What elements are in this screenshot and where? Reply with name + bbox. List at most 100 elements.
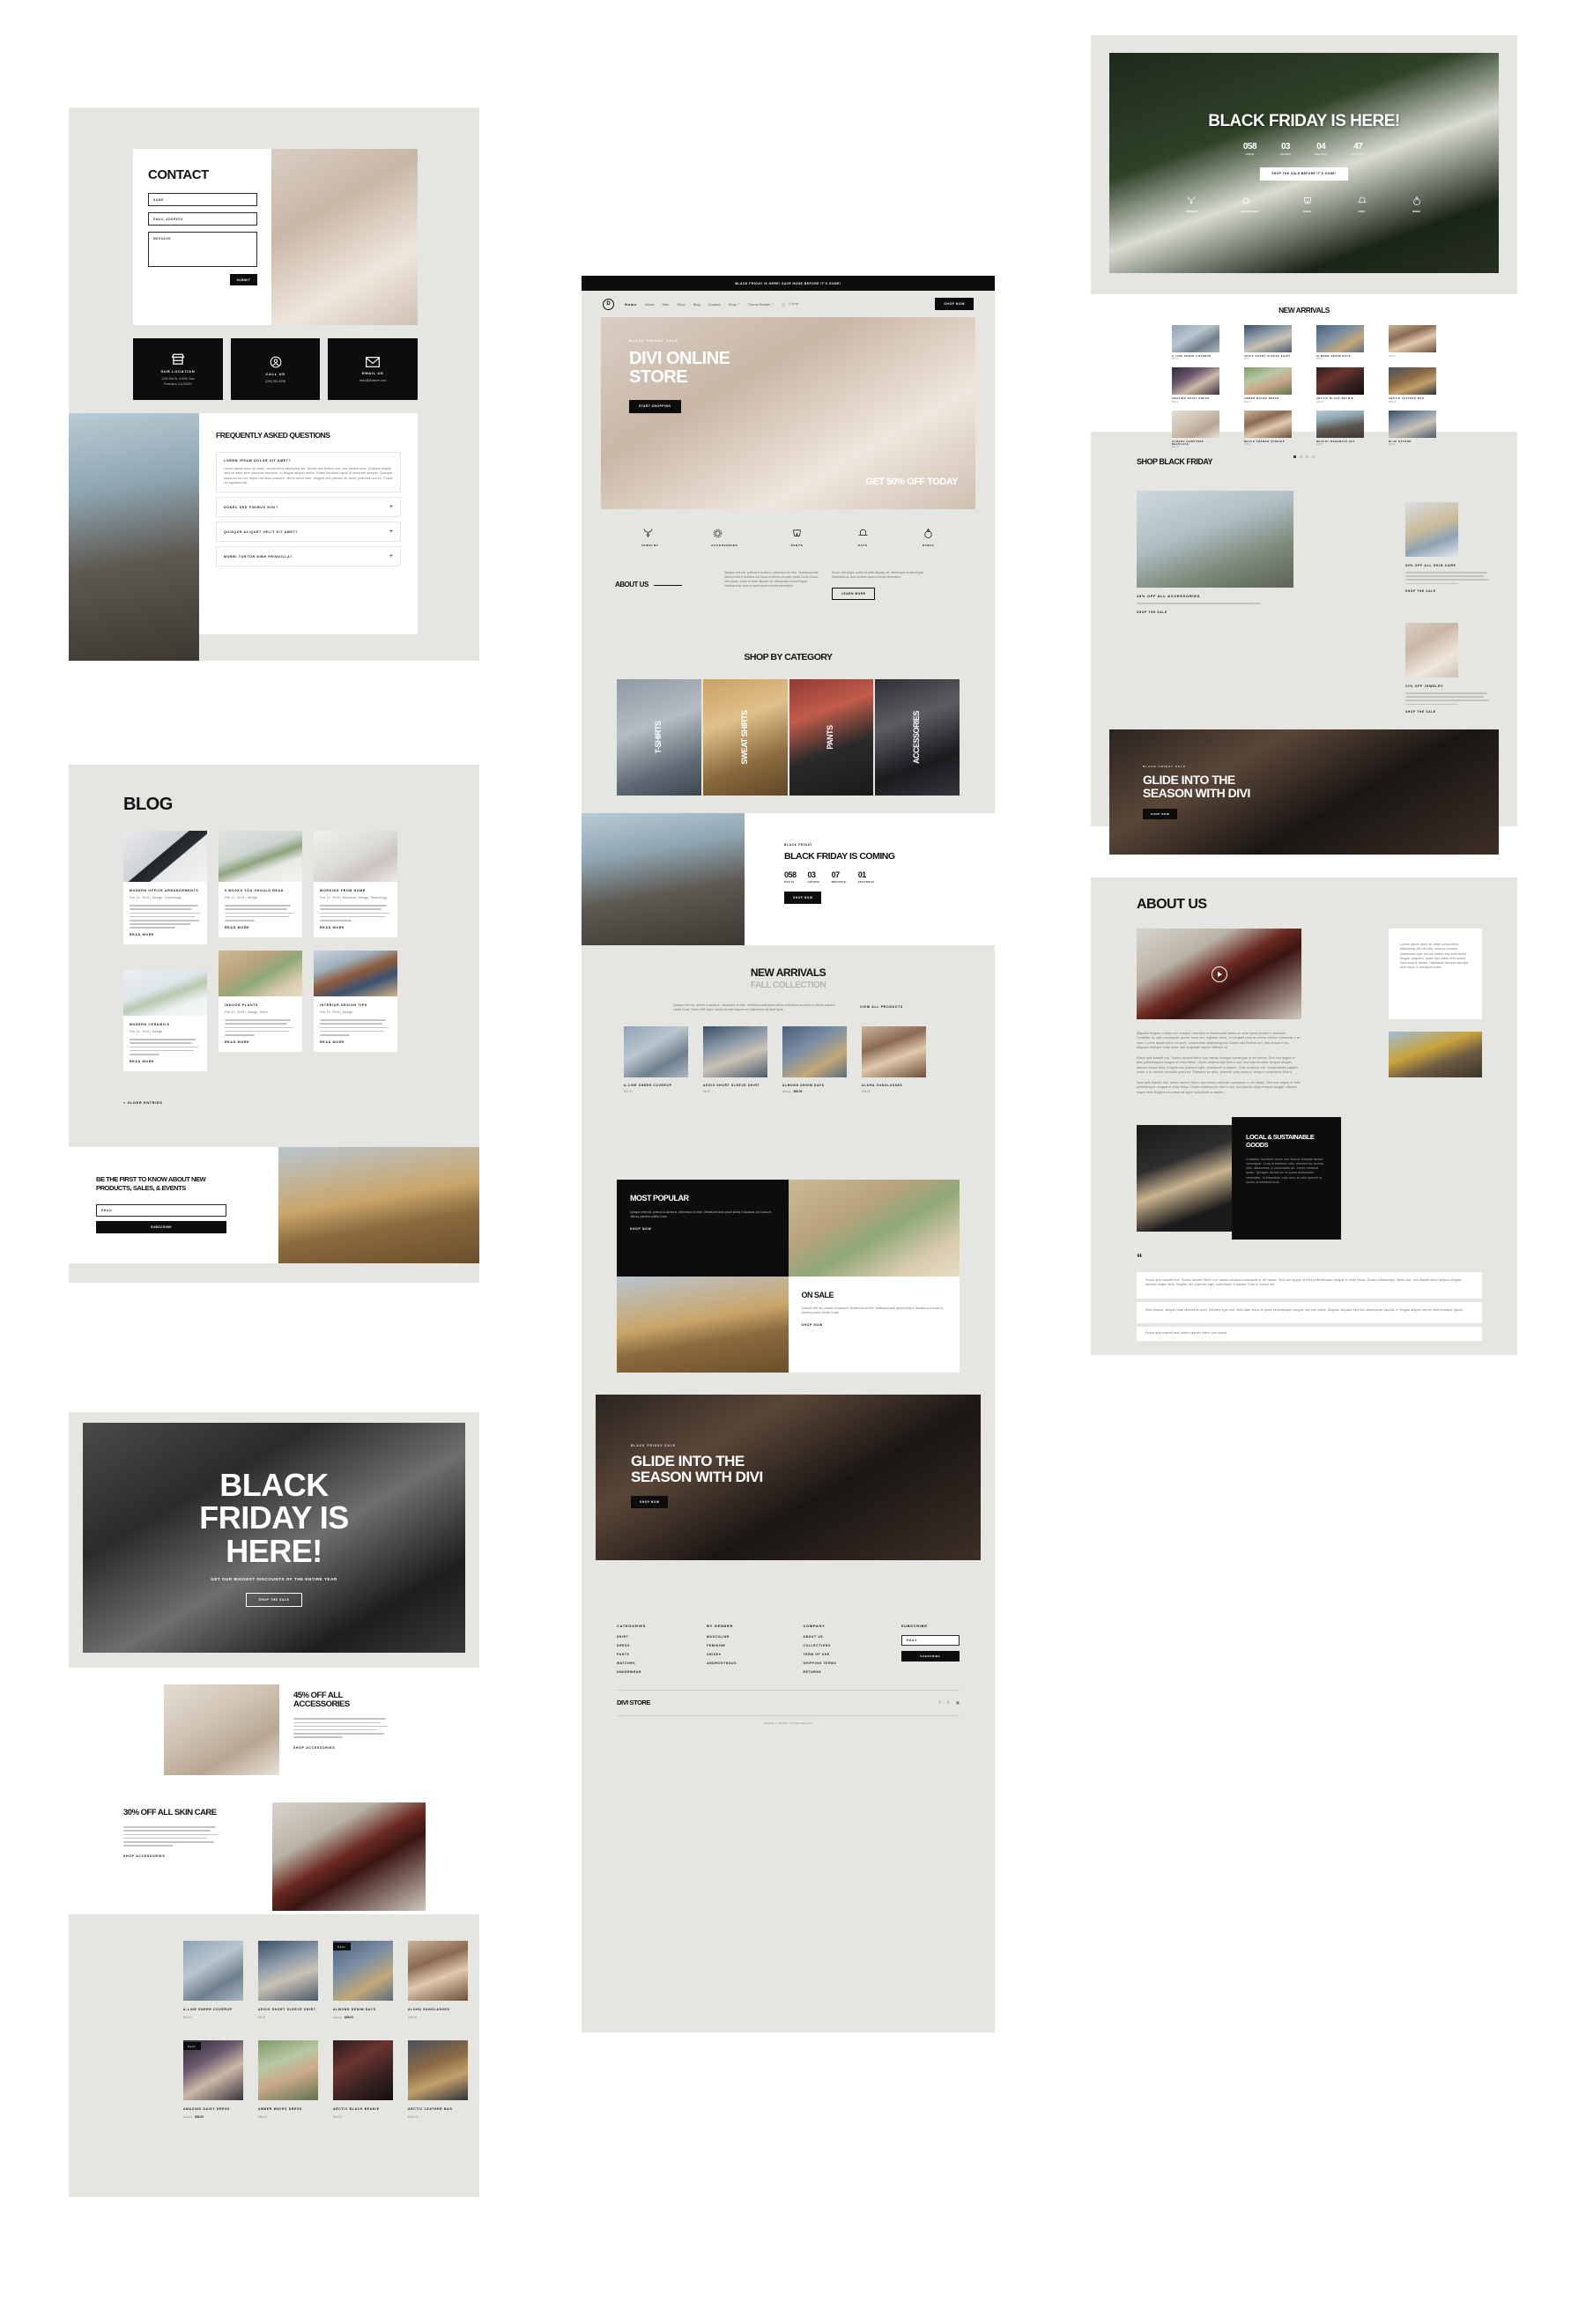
nav-item-shop-dropdown[interactable]: Shop	[729, 302, 737, 307]
plus-icon[interactable]: +	[389, 529, 393, 535]
about-video-thumbnail[interactable]	[1137, 929, 1301, 1019]
category-icon-hats[interactable]: HATS	[1356, 195, 1368, 213]
blog-card[interactable]: MODERN OFFICE ARRANGEMENTS Feb 12, 2019 …	[123, 831, 207, 944]
nav-shop-now-button[interactable]: SHOP NOW	[935, 298, 974, 310]
product-card[interactable]: AEGIS SHORT SLEEVE SHIRT $6.00	[1244, 324, 1292, 360]
nav-item-home[interactable]: Home	[625, 302, 637, 307]
product-card[interactable]: AMBER WAVES DRESS $64.00	[258, 2040, 318, 2119]
bf-shop-accessories-link[interactable]: SHOP THE SALE	[1137, 611, 1295, 614]
product-card[interactable]: ALMOND DENIM DAYS $68.00	[1316, 324, 1364, 360]
product-card[interactable]: Sale! AMAZING DAISY DRESS $80.00 $56.00	[183, 2040, 243, 2119]
category-icon-jewelry[interactable]: JEWELRY	[641, 527, 659, 547]
product-card[interactable]: $48.00	[1389, 324, 1436, 360]
faq-item[interactable]: MORBI TORTOR NIBH FRINGILLA? +	[216, 546, 401, 567]
facebook-icon[interactable]: f	[939, 1700, 940, 1706]
product-card[interactable]: ARCTIC LEATHER BAG $150.00	[408, 2040, 468, 2119]
footer-link[interactable]: ABOUT US	[804, 1635, 871, 1639]
category-icon-accessories[interactable]: ACCESSORIES	[1240, 195, 1259, 213]
blog-card[interactable]: WORKING FROM HOME Feb 12, 2019 | Busines…	[314, 831, 397, 937]
product-card[interactable]: A-LINE SHEER COVERUP $67.00	[1172, 324, 1219, 360]
footer-link[interactable]: RETURNS	[804, 1670, 871, 1674]
category-icon-rings[interactable]: RINGS	[1411, 195, 1423, 213]
blog-card[interactable]: MODERN CERAMICS Feb 12, 2019 | Design RE…	[123, 970, 207, 1071]
nav-item-shop[interactable]: Shop	[677, 302, 685, 307]
bf-shop-skincare-link[interactable]: SHOP THE SALE	[1405, 589, 1493, 593]
category-icon-accessories[interactable]: ACCESSORIES	[711, 527, 737, 547]
faq-item[interactable]: LOREM IPSUM DOLOR SIT AMET? Lorem ipsum …	[216, 452, 401, 493]
product-card[interactable]: BEACHY BOHEMIAN HAT $38.00	[1316, 410, 1364, 449]
faq-item[interactable]: QUISQUE ALIQUET VELIT SIT AMET? +	[216, 522, 401, 543]
read-more-link[interactable]: READ MORE	[320, 1040, 391, 1044]
bf-hero-button[interactable]: SHOP THE SALE	[246, 1592, 302, 1607]
blog-card[interactable]: 5 BOOKS YOU SHOULD READ Feb 12, 2019 | D…	[219, 831, 302, 937]
blog-card[interactable]: INDOOR PLANTS Feb 12, 2019 | Design, Sto…	[219, 951, 302, 1052]
footer-subscribe-button[interactable]: SUBSCRIBE	[900, 1651, 960, 1662]
info-card[interactable]: EMAIL US hello@divistore.com	[328, 338, 419, 400]
category-icon-hats[interactable]: HATS	[856, 527, 870, 547]
footer-link[interactable]: PANTS	[617, 1653, 677, 1656]
play-button-icon[interactable]	[1211, 966, 1227, 982]
category-icon-pants[interactable]: PANTS	[1301, 195, 1314, 213]
glide-button[interactable]: SHOP NOW	[631, 1496, 669, 1509]
newsletter-email-input[interactable]: EMAIL	[96, 1203, 226, 1217]
footer-link[interactable]: SHIPPING TERMS	[804, 1662, 871, 1665]
read-more-link[interactable]: READ MORE	[130, 933, 201, 936]
product-card[interactable]: ARCTIC BLACK BEANIE $22.00	[1316, 367, 1364, 403]
nav-item-about[interactable]: About	[645, 302, 654, 307]
footer-link[interactable]: SHIRT	[617, 1635, 677, 1639]
about-learn-more-button[interactable]: LEARN MORE	[832, 588, 876, 601]
name-field[interactable]: NAME	[148, 193, 257, 206]
nav-item-sale[interactable]: Sale	[662, 302, 669, 307]
email-field[interactable]: EMAIL ADDRESS	[148, 212, 257, 226]
bf-skincare-link[interactable]: SHOP ACCESSORIES	[123, 1854, 256, 1858]
read-more-link[interactable]: READ MORE	[320, 926, 391, 929]
product-card[interactable]: ALMOND DENIM DAYS $95.00 $68.00	[782, 1025, 847, 1093]
product-card[interactable]: BLUE OXFORD $60.00	[1389, 410, 1436, 449]
footer-link[interactable]: TERM OF USE	[804, 1653, 871, 1656]
cart-icon[interactable]: 🛒	[782, 302, 786, 307]
most-popular-button[interactable]: SHOP NOW	[630, 1227, 775, 1231]
product-card[interactable]: AMAZING DAISY DRESS $56.00	[1172, 367, 1219, 403]
category-tile[interactable]: SWEAT SHIRTS	[702, 679, 788, 796]
product-card[interactable]: A-LINE SHEER COVERUP $67.00	[183, 1941, 243, 2019]
carousel-dot[interactable]	[1312, 455, 1315, 459]
info-card[interactable]: CALL US (255) 352-6258	[230, 338, 321, 400]
countdown-button[interactable]: SHOP NOW	[784, 891, 822, 904]
product-card[interactable]: AEGIS SHORT SLEEVE SHIRT $6.00	[703, 1025, 767, 1093]
product-card[interactable]: ARCTIC BLACK BEANIE $22.00	[333, 2040, 393, 2119]
cart-label[interactable]: 0 Items	[789, 302, 798, 306]
read-more-link[interactable]: READ MORE	[225, 926, 296, 929]
subscribe-button[interactable]: SUBSCRIBE	[96, 1220, 226, 1233]
nav-item-theme-builder[interactable]: Theme Builder	[748, 302, 771, 307]
instagram-icon[interactable]: ▣	[956, 1700, 960, 1706]
category-tile[interactable]: ACCESSORIES	[875, 679, 960, 796]
footer-link[interactable]: ANDROGYNOUS	[707, 1662, 773, 1665]
footer-link[interactable]: WATCHES	[617, 1662, 677, 1665]
plus-icon[interactable]: +	[389, 553, 393, 559]
view-all-products-link[interactable]: VIEW ALL PRODUCTS	[860, 1005, 903, 1009]
category-tile[interactable]: PANTS	[789, 679, 874, 796]
category-icon-pants[interactable]: PANTS	[790, 527, 804, 547]
footer-link[interactable]: DRESS	[617, 1644, 677, 1647]
product-card[interactable]: ALOHA SUNGLASSES $48.00	[408, 1941, 468, 2019]
product-card[interactable]: Sale! ALMOND DENIM DAYS $95.00 $68.00	[333, 1941, 393, 2019]
product-card[interactable]: A-LINE SHEER COVERUP $67.00	[624, 1025, 688, 1093]
product-card[interactable]: AEGIS SHORT SLEEVE SHIRT $6.00	[258, 1941, 318, 2019]
blog-card[interactable]: INTERIOR DESIGN TIPS Feb 12, 2019 | Desi…	[314, 951, 397, 1052]
product-card[interactable]: ARCTIC LEATHER BAG $150.00	[1389, 367, 1436, 403]
product-card[interactable]: AMBER WAVES DRESS $64.00	[1244, 367, 1292, 403]
product-card[interactable]: BEACH FRAMED SUNNIES $45.00	[1244, 410, 1292, 449]
logo-icon[interactable]: D	[603, 298, 614, 310]
footer-link[interactable]: COLLECTIONS	[804, 1644, 871, 1647]
message-field[interactable]: MESSAGE	[148, 232, 257, 267]
twitter-x-icon[interactable]: 𝕏	[946, 1700, 950, 1706]
nav-item-blog[interactable]: Blog	[693, 302, 700, 307]
hero-button[interactable]: START SHOPPING	[629, 399, 681, 413]
footer-link[interactable]: UNISEX	[707, 1653, 773, 1656]
category-tile[interactable]: T-SHIRTS	[617, 679, 701, 796]
read-more-link[interactable]: READ MORE	[130, 1060, 201, 1063]
footer-email-input[interactable]: EMAIL	[900, 1635, 960, 1646]
carousel-dot[interactable]	[1300, 455, 1302, 459]
bf-glide-button[interactable]: SHOP NOW	[1143, 808, 1178, 819]
product-card[interactable]: AURORA GEMSTONE NECKLACE $52.00	[1172, 410, 1219, 448]
